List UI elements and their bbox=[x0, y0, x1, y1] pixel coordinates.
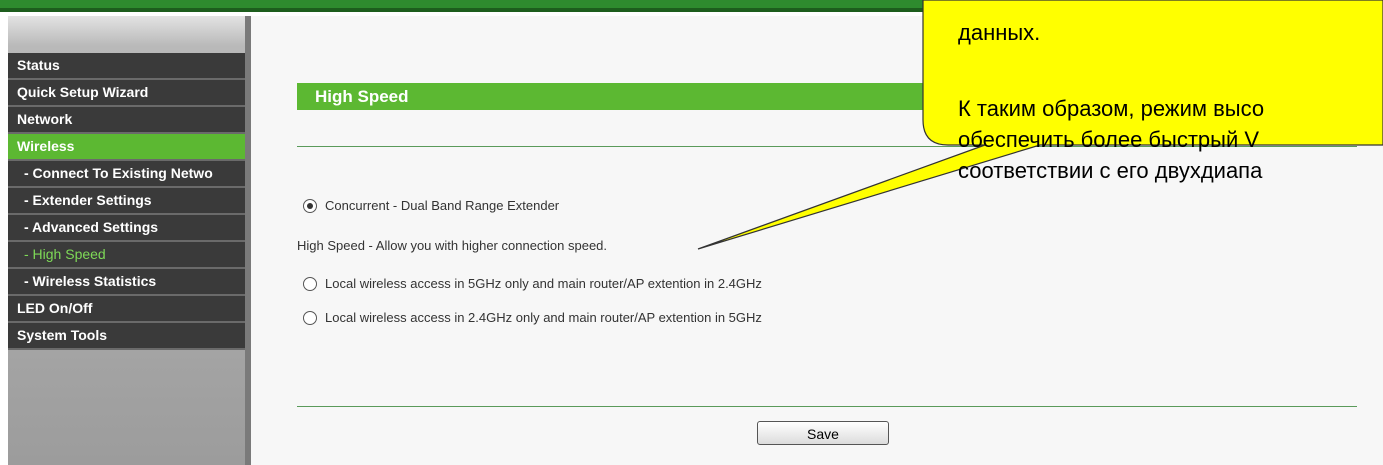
callout-text: данных. К таким образом, режим высо обес… bbox=[958, 0, 1383, 190]
callout-line: К таким образом, режим высо bbox=[958, 96, 1265, 121]
callout-line: обеспечить более быстрый V bbox=[958, 127, 1260, 152]
callout-line: соответствии с его двухдиапа bbox=[958, 158, 1263, 183]
callout-line: данных. bbox=[958, 20, 1041, 45]
